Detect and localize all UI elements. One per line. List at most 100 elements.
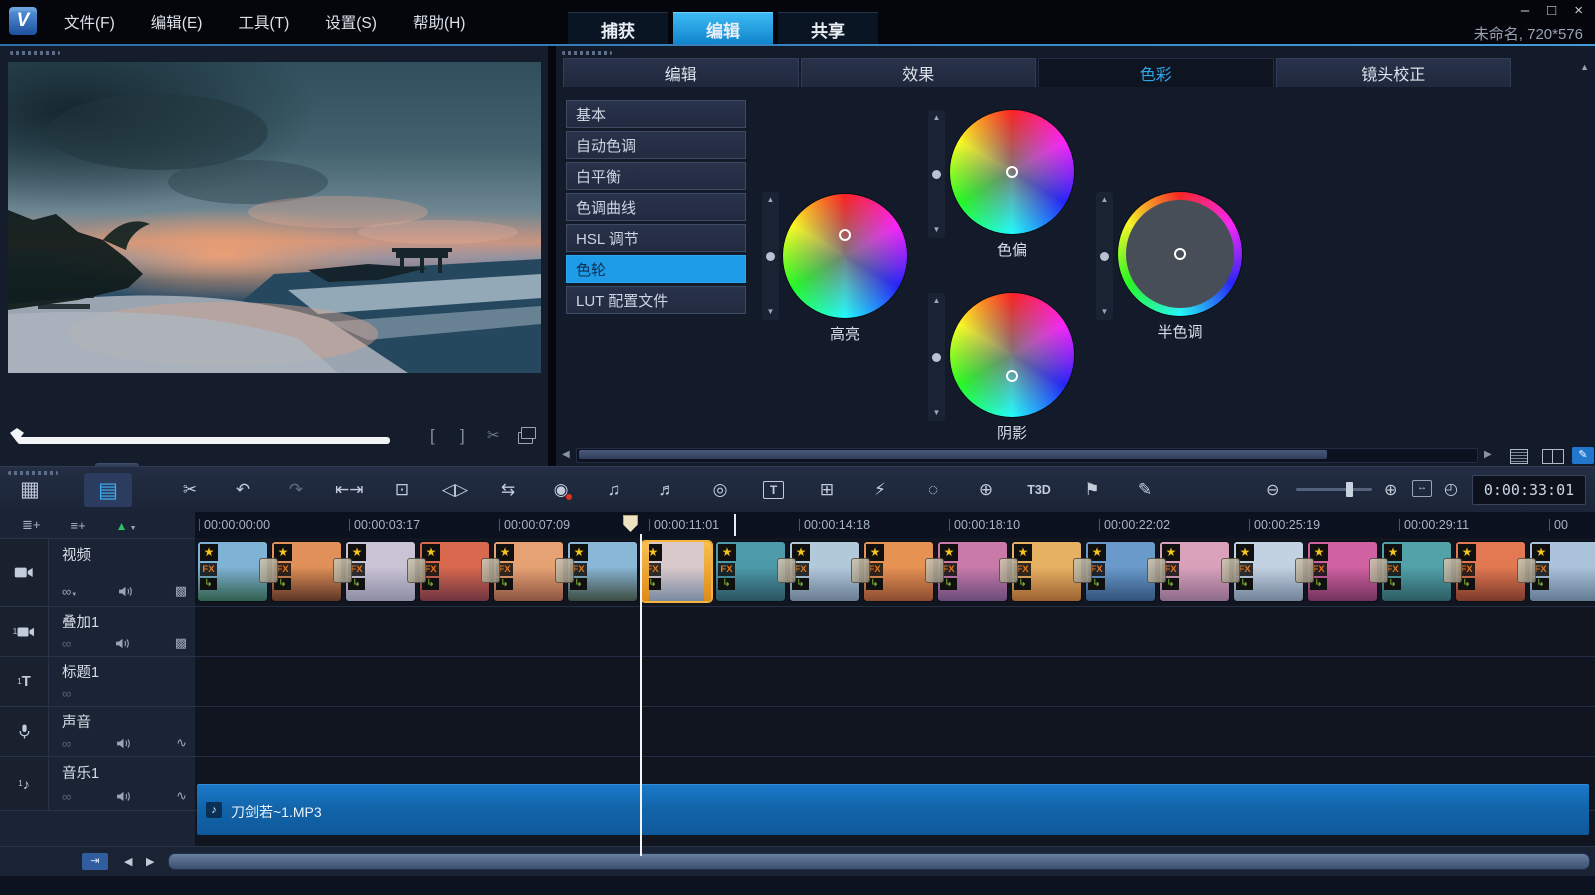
options-tab-color[interactable]: 色彩 (1038, 58, 1274, 87)
timeline-ruler[interactable]: 00:00:00:0000:00:03:1700:00:07:0900:00:1… (195, 512, 1595, 539)
video-clip[interactable]: ★ FX ↳ (1307, 541, 1378, 602)
mark-in-button[interactable]: [ (430, 426, 435, 446)
tab-edit[interactable]: 编辑 (673, 12, 773, 45)
highlights-luminance-slider[interactable]: ▲ ▼ (762, 192, 779, 320)
track-manager-icon[interactable]: ≣+ (22, 517, 40, 533)
color-tool-lut[interactable]: LUT 配置文件 (566, 286, 746, 314)
video-clip[interactable]: ★ FX ↳ (641, 541, 712, 602)
fit-timeline-icon[interactable]: ↔ (1412, 480, 1432, 497)
scroll-to-playhead-icon[interactable]: ⇥ (82, 853, 108, 870)
menu-help[interactable]: 帮助(H) (413, 11, 466, 33)
transition-indicator[interactable] (259, 558, 278, 583)
transition-indicator[interactable] (777, 558, 796, 583)
track-header-title[interactable]: 1T 标题1 ∞ (0, 656, 195, 706)
speaker-icon[interactable] (116, 791, 131, 802)
midtones-luminance-slider[interactable]: ▲ ▼ (1096, 192, 1113, 320)
music-clip[interactable]: ♪ 刀剑若~1.MP3 (197, 784, 1589, 835)
playhead-line[interactable] (640, 534, 642, 856)
tab-share[interactable]: 共享 (778, 12, 878, 45)
enlarge-preview-icon[interactable] (518, 432, 533, 444)
transition-indicator[interactable] (1073, 558, 1092, 583)
color-tool-basic[interactable]: 基本 (566, 100, 746, 128)
shadows-luminance-slider[interactable]: ▲ ▼ (928, 293, 945, 421)
scroll-right-icon[interactable]: ▶ (146, 855, 154, 868)
video-clip[interactable]: ★ FX ↳ (1159, 541, 1230, 602)
scrollbar-thumb[interactable] (579, 450, 1327, 459)
video-clip[interactable]: ★ FX ↳ (1085, 541, 1156, 602)
sound-mixer-icon[interactable]: ♫ (600, 480, 628, 500)
dual-panel-icon[interactable] (1542, 449, 1564, 464)
menu-edit[interactable]: 编辑(E) (151, 11, 203, 33)
video-clip[interactable]: ★ FX ↳ (1233, 541, 1304, 602)
panel-collapse-icon[interactable]: ▲ (1580, 62, 1589, 72)
transition-indicator[interactable] (851, 558, 870, 583)
subtitle-editor-icon[interactable]: T (763, 481, 784, 499)
link-icon[interactable]: ∞ (62, 789, 71, 804)
link-icon[interactable]: ∞▼ (62, 584, 77, 599)
color-tool-hsl[interactable]: HSL 调节 (566, 224, 746, 252)
split-screen-template-icon[interactable]: ⊞ (813, 480, 841, 500)
video-clip[interactable]: ★ FX ↳ (789, 541, 860, 602)
color-tool-auto-tone[interactable]: 自动色调 (566, 131, 746, 159)
close-button[interactable]: × (1574, 2, 1583, 19)
menu-file[interactable]: 文件(F) (64, 11, 115, 33)
tab-capture[interactable]: 捕获 (568, 12, 668, 45)
slider-up-icon[interactable]: ▲ (1101, 196, 1109, 204)
fade-icon[interactable]: ∿ (176, 788, 187, 804)
slider-up-icon[interactable]: ▲ (933, 114, 941, 122)
slider-down-icon[interactable]: ▼ (933, 409, 941, 417)
link-icon[interactable]: ∞ (62, 686, 71, 701)
scroll-left-icon[interactable]: ◀ (124, 855, 132, 868)
colorcast-luminance-slider[interactable]: ▲ ▼ (928, 110, 945, 238)
split-clip-icon[interactable]: ◁▷ (441, 480, 469, 500)
transition-indicator[interactable] (925, 558, 944, 583)
project-duration-display[interactable]: 0:00:33:01 (1472, 475, 1586, 505)
mark-out-button[interactable]: ] (460, 426, 465, 446)
mosaic-icon[interactable]: ▩ (175, 635, 187, 651)
colorcast-color-wheel[interactable] (950, 110, 1074, 234)
menu-tools[interactable]: 工具(T) (238, 11, 289, 33)
speaker-icon[interactable] (116, 738, 131, 749)
motion-tracking-icon[interactable]: ⚡ (866, 480, 894, 500)
transition-indicator[interactable] (555, 558, 574, 583)
video-clip[interactable]: ★ FX ↳ (1381, 541, 1452, 602)
zoom-slider[interactable] (1296, 488, 1372, 491)
midtones-color-wheel[interactable] (1118, 192, 1242, 316)
slider-down-icon[interactable]: ▼ (1101, 308, 1109, 316)
track-header-overlay[interactable]: 1 叠加1 ∞ ▩ (0, 606, 195, 656)
speaker-icon[interactable] (115, 638, 130, 649)
options-tab-lens-correction[interactable]: 镜头校正 (1276, 58, 1512, 87)
slider-thumb[interactable] (766, 252, 775, 261)
title-3d-icon[interactable]: T3D (1025, 483, 1053, 497)
track-header-music[interactable]: 1♪ 音乐1 ∞ ∿ (0, 756, 195, 810)
wheel-marker[interactable] (1174, 248, 1186, 260)
color-tool-white-balance[interactable]: 白平衡 (566, 162, 746, 190)
ripple-edit-icon[interactable]: ▲▼ (116, 518, 137, 533)
trim-window-icon[interactable]: ⇆ (494, 480, 522, 500)
scrubber-track[interactable] (17, 437, 390, 444)
track-header-voice[interactable]: 声音 ∞ ∿ (0, 706, 195, 756)
fit-project-icon[interactable]: ⇤⇥ (335, 480, 363, 500)
video-clip[interactable]: ★ FX ↳ (567, 541, 638, 602)
wheel-marker[interactable] (1006, 166, 1018, 178)
link-icon[interactable]: ∞ (62, 736, 71, 751)
transition-indicator[interactable] (999, 558, 1018, 583)
transition-indicator[interactable] (333, 558, 352, 583)
zoom-in-icon[interactable]: ⊕ (1384, 480, 1397, 500)
video-clip[interactable]: ★ FX ↳ (1455, 541, 1526, 602)
transition-indicator[interactable] (1369, 558, 1388, 583)
video-clip[interactable]: ★ FX ↳ (197, 541, 268, 602)
slider-thumb[interactable] (932, 170, 941, 179)
transition-indicator[interactable] (407, 558, 426, 583)
slider-down-icon[interactable]: ▼ (767, 308, 775, 316)
menu-settings[interactable]: 设置(S) (325, 11, 377, 33)
wheel-marker[interactable] (839, 229, 851, 241)
timeline-view-icon[interactable]: ▤ (84, 473, 132, 507)
redo-icon[interactable]: ↷ (282, 480, 310, 500)
maximize-button[interactable]: □ (1547, 2, 1556, 19)
link-icon[interactable]: ∞ (62, 636, 71, 651)
mask-creator-icon[interactable]: ◌ (919, 480, 947, 500)
voice-track-icon[interactable] (0, 707, 49, 756)
zoom-out-icon[interactable]: ⊖ (1266, 480, 1279, 500)
scroll-right-icon[interactable]: ▶ (1484, 449, 1492, 460)
